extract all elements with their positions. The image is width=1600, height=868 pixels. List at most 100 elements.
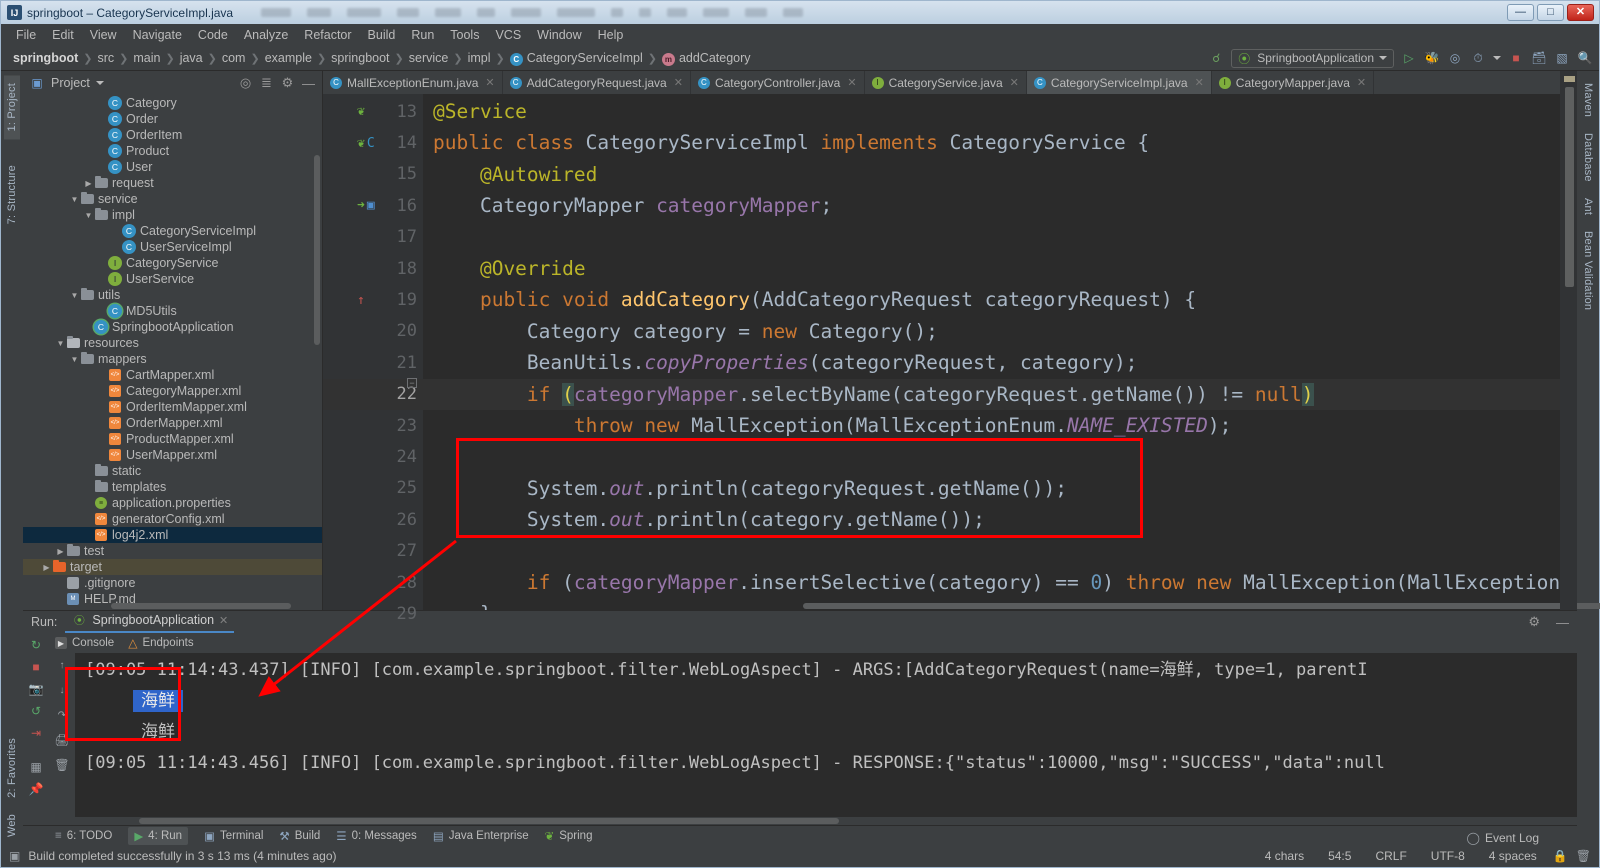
tree-item-service[interactable]: ▼ service (23, 191, 322, 207)
code-line-21[interactable]: BeanUtils.copyProperties(categoryRequest… (423, 347, 1560, 378)
breadcrumb-item-src[interactable]: src (95, 51, 116, 65)
editor-tab-categoryservice[interactable]: I CategoryService.java ✕ (865, 71, 1027, 94)
tree-item-usermapper-xml[interactable]: </> UserMapper.xml (23, 447, 322, 463)
code-line-23[interactable]: throw new MallException(MallExceptionEnu… (423, 410, 1560, 441)
export-icon[interactable]: ⇥ (28, 725, 44, 741)
code-line-28[interactable]: if (categoryMapper.insertSelective(categ… (423, 567, 1560, 598)
gutter-line-28[interactable]: 28 (323, 567, 423, 598)
tree-item-utils[interactable]: ▼ utils (23, 287, 322, 303)
editor-tab-mallexceptionenum[interactable]: C MallExceptionEnum.java ✕ (323, 71, 503, 94)
minimize-button[interactable]: — (1507, 4, 1534, 21)
gutter-markers[interactable]: ❦ (357, 104, 365, 119)
tool-window-4-run[interactable]: ▶ 4: Run (128, 826, 189, 845)
gutter-markers[interactable]: ↑ (357, 293, 365, 308)
tree-item-resources[interactable]: ▼ resources (23, 335, 322, 351)
menu-help[interactable]: Help (591, 26, 631, 44)
code-line-16[interactable]: CategoryMapper categoryMapper; (423, 190, 1560, 221)
breadcrumb-item-java[interactable]: java (178, 51, 205, 65)
tree-item--gitignore[interactable]: .gitignore (23, 575, 322, 591)
window-controls[interactable]: — □ ✕ (1507, 4, 1594, 21)
spring-bean-icon[interactable]: ❦ (357, 104, 365, 119)
code-line-18[interactable]: @Override (423, 253, 1560, 284)
gutter-markers[interactable]: ❦ C (357, 136, 375, 151)
editor-tab-categoryserviceimpl[interactable]: C CategoryServiceImpl.java ✕ (1026, 71, 1212, 94)
project-tree[interactable]: C Category C Order C OrderItem C Product C User ▶ r… (23, 95, 322, 610)
console-selected-text[interactable]: 海鲜 (133, 690, 183, 712)
indent-setting[interactable]: 4 spaces (1481, 849, 1545, 863)
restart-icon[interactable]: ↺ (28, 703, 44, 719)
console-output[interactable]: [09:05 11:14:43.437] [INFO] [com.example… (75, 653, 1577, 817)
scroll-up-icon[interactable]: ↑ (54, 657, 70, 673)
gutter-line-25[interactable]: 25 (323, 473, 423, 504)
locate-icon[interactable]: ◎ (238, 75, 253, 91)
mybatis-icon[interactable]: ▣ (367, 198, 375, 213)
breadcrumb-item-example[interactable]: example (263, 51, 314, 65)
tree-item-springbootapplication[interactable]: C SpringbootApplication (23, 319, 322, 335)
editor-scrollbar-minimap[interactable] (1560, 71, 1577, 610)
debug-icon[interactable]: 🐝 (1424, 50, 1440, 66)
breadcrumb-item-springboot[interactable]: springboot (329, 51, 391, 65)
chevron-down-icon[interactable]: ▼ (69, 195, 80, 204)
close-icon[interactable]: ✕ (674, 76, 683, 89)
collapse-all-icon[interactable]: ≣ (259, 75, 274, 91)
editor-area[interactable]: 13 ❦ 14 ❦ C 15 16 ➜ ▣ 17 18 19 ↑ 20 21 22 23 24 25 26 27 28 29… (323, 94, 1600, 702)
gutter-line-23[interactable]: 23 (323, 410, 423, 441)
database-icon[interactable]: 🗃 (1531, 50, 1547, 66)
gutter-line-20[interactable]: 20 (323, 316, 423, 347)
code-fold-icon[interactable]: − (407, 378, 417, 388)
gutter-line-14[interactable]: 14 ❦ C (323, 127, 423, 158)
tree-item-log4j2-xml[interactable]: </> log4j2.xml (23, 527, 322, 543)
gutter-markers[interactable]: ➜ ▣ (357, 198, 375, 213)
tree-item-userservice[interactable]: I UserService (23, 271, 322, 287)
maximize-button[interactable]: □ (1537, 4, 1564, 21)
breadcrumb-item-categoryserviceimpl[interactable]: C CategoryServiceImpl (508, 51, 645, 66)
tab-endpoints[interactable]: △ Endpoints (128, 636, 193, 650)
gutter-line-18[interactable]: 18 (323, 253, 423, 284)
gutter-line-29[interactable]: 29 (323, 598, 423, 629)
build-hammer-icon[interactable]: ☌ (1208, 50, 1224, 66)
run-with-coverage-icon[interactable]: ◎ (1447, 50, 1463, 66)
breadcrumb[interactable]: springboot ❯ src ❯ main ❯ java ❯ com ❯ example ❯ spr… (11, 51, 1208, 66)
tree-item-orderitem[interactable]: C OrderItem (23, 127, 322, 143)
tool-window-build[interactable]: ⚒ Build (279, 829, 320, 843)
right-tool-window-strip[interactable]: Maven Database Ant Bean Validation (1577, 71, 1599, 845)
editor-horizontal-scrollbar[interactable] (423, 601, 1600, 610)
code-line-20[interactable]: Category category = new Category(); (423, 316, 1560, 347)
gutter-line-21[interactable]: 21 (323, 347, 423, 378)
sidebar-item-ant[interactable]: Ant (1580, 190, 1596, 223)
code-line-14[interactable]: public class CategoryServiceImpl impleme… (423, 127, 1560, 158)
code-line-19[interactable]: public void addCategory(AddCategoryReque… (423, 284, 1560, 315)
tree-item-impl[interactable]: ▼ impl (23, 207, 322, 223)
menu-build[interactable]: Build (361, 26, 403, 44)
code-line-27[interactable] (423, 535, 1560, 566)
tree-item-request[interactable]: ▶ request (23, 175, 322, 191)
chevron-right-icon[interactable]: ▶ (83, 179, 94, 188)
scrollbar-thumb[interactable] (1565, 87, 1574, 287)
close-icon[interactable]: ✕ (1195, 76, 1204, 89)
tree-item-static[interactable]: static (23, 463, 322, 479)
menu-navigate[interactable]: Navigate (126, 26, 189, 44)
tree-item-userserviceimpl[interactable]: C UserServiceImpl (23, 239, 322, 255)
run-configuration-tab[interactable]: ⦿ SpringbootApplication ✕ (65, 611, 235, 633)
terminal-icon[interactable]: ▧ (1554, 50, 1570, 66)
menu-vcs[interactable]: VCS (488, 26, 528, 44)
project-tree-scrollbar[interactable] (314, 155, 320, 345)
tree-item-categoryservice[interactable]: I CategoryService (23, 255, 322, 271)
tree-item-orderitemmapper-xml[interactable]: </> OrderItemMapper.xml (23, 399, 322, 415)
lock-icon[interactable]: 🔒 (1553, 849, 1568, 863)
breadcrumb-item-service[interactable]: service (407, 51, 451, 65)
console-tab-bar[interactable]: ▶ Console △ Endpoints (49, 633, 1577, 653)
override-icon[interactable]: ↑ (357, 293, 365, 308)
menu-file[interactable]: File (9, 26, 43, 44)
sidebar-item-favorites[interactable]: 2: Favorites (4, 730, 20, 806)
tree-item-order[interactable]: C Order (23, 111, 322, 127)
chevron-down-icon[interactable]: ▼ (69, 355, 80, 364)
hide-icon[interactable]: — (1556, 615, 1569, 630)
profiler-icon[interactable]: ⏱ (1470, 50, 1486, 66)
tab-console[interactable]: ▶ Console (55, 637, 114, 649)
chevron-right-icon[interactable]: ▶ (41, 563, 52, 572)
left-tool-window-strip[interactable]: 1: Project 7: Structure 2: Favorites Web (1, 71, 23, 845)
breadcrumb-item-main[interactable]: main (131, 51, 162, 65)
tree-item-mappers[interactable]: ▼ mappers (23, 351, 322, 367)
sidebar-item-database[interactable]: Database (1580, 125, 1596, 190)
